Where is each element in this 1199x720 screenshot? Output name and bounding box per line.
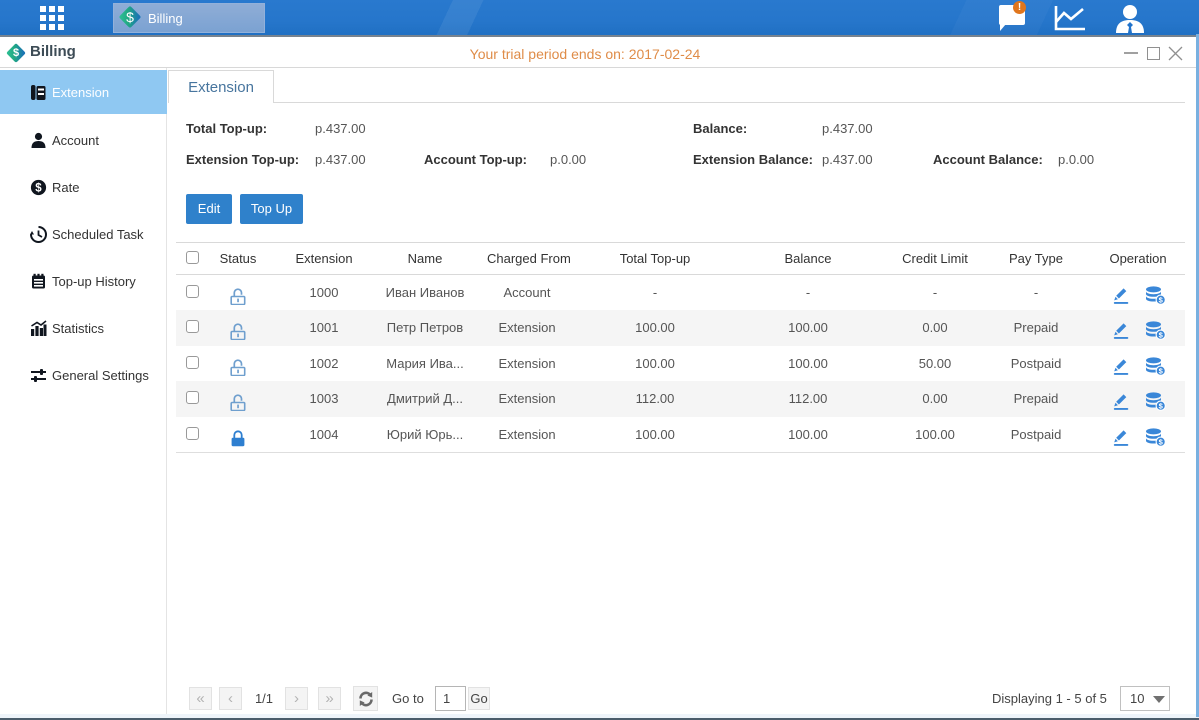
- svg-text:$: $: [35, 182, 42, 194]
